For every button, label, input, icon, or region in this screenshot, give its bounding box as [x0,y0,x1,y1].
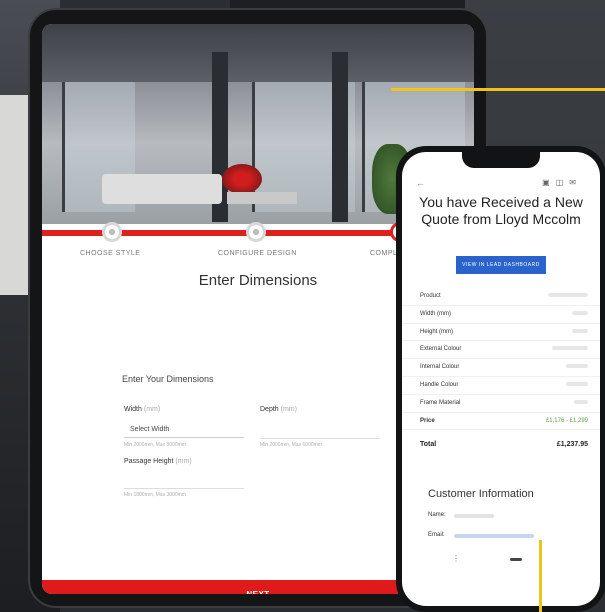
customer-email-label: Email: [428,532,445,538]
passage-height-label: Passage Height (mm) [124,458,192,465]
hero-roof [42,24,474,82]
phone-screen: ← ▣◫✉ You have Received a New Quote from… [402,152,600,606]
price-row: Price £1,176 - £1,299 [402,413,600,431]
depth-label: Depth (mm) [260,406,297,413]
callout-line-vertical [539,540,542,612]
table-row: Handle Colour [402,377,600,395]
step-marker-1[interactable] [102,222,122,242]
row-label: Internal Colour [420,364,460,371]
customer-info-title: Customer Information [428,488,534,500]
total-row: Total £1,237.95 [402,437,600,455]
passage-height-hint: Min 1800mm, Max 3000mm [124,492,186,498]
table-row: Frame Material [402,395,600,413]
row-label: Frame Material [420,399,461,406]
depth-hint: Min 2000mm, Max 6000mm [260,442,322,448]
row-value-blurred [566,381,588,386]
phone-notch [462,152,540,168]
row-label: Height (mm) [420,328,454,335]
more-icon[interactable]: ⋮ [452,554,460,563]
phone-device: ← ▣◫✉ You have Received a New Quote from… [396,146,605,612]
row-label: Handle Colour [420,381,459,388]
customer-email-blurred[interactable] [454,534,534,538]
step-marker-2[interactable] [246,222,266,242]
total-value: £1,237.95 [556,441,588,448]
row-label: External Colour [420,346,462,353]
table-row: External Colour [402,341,600,360]
width-unit: (mm) [143,406,161,413]
depth-label-text: Depth [260,406,279,413]
progress-fill [42,230,405,236]
row-value-blurred [548,293,588,297]
row-value-blurred [572,310,588,315]
trash-icon[interactable]: ◫ [556,178,570,187]
price-value: £1,176 - £1,299 [545,417,588,424]
mail-icon[interactable]: ✉ [569,178,582,187]
depth-input[interactable] [260,422,380,439]
table-row: Product [402,288,600,306]
total-label: Total [420,441,437,448]
hero-table [227,192,297,204]
passage-height-unit: (mm) [175,458,192,465]
row-label: Product [420,293,441,299]
table-row: Height (mm) [402,324,600,342]
depth-unit: (mm) [280,406,297,413]
row-value-blurred [574,399,588,404]
row-value-blurred [572,328,588,333]
table-row: Width (mm) [402,306,600,324]
row-label: Width (mm) [420,310,451,317]
width-hint: Min 2000mm, Max 8000mm [124,442,186,448]
quote-details-table: Product Width (mm) Height (mm) External … [402,288,600,431]
step-dot [109,229,115,235]
passage-height-label-text: Passage Height [124,458,174,465]
customer-name-label: Name: [428,512,446,518]
form-title: Enter Your Dimensions [122,374,214,384]
callout-line-horizontal [391,88,605,91]
step-label-configure-design[interactable]: CONFIGURE DESIGN [218,250,297,257]
width-label: Width (mm) [124,406,160,413]
archive-icon[interactable]: ▣ [542,178,556,187]
row-value-blurred [566,364,588,369]
row-value-blurred [552,346,588,351]
step-label-choose-style[interactable]: CHOOSE STYLE [80,250,140,257]
view-dashboard-button[interactable]: VIEW IN LEAD DASHBOARD [456,256,546,274]
price-label: Price [420,417,435,424]
width-label-text: Width [124,406,142,413]
width-select[interactable]: Select Width [124,422,244,438]
home-indicator [510,558,522,561]
email-title: You have Received a New Quote from Lloyd… [419,194,583,227]
hero-sofa [102,174,222,204]
customer-name-blurred [454,514,494,518]
table-row: Internal Colour [402,359,600,377]
step-dot [253,229,259,235]
hero-post [332,52,348,222]
passage-height-input[interactable] [124,472,244,489]
back-arrow-icon[interactable]: ← [416,178,425,188]
hero-flowers [222,164,262,194]
toolbar-icons: ▣◫✉ [542,178,582,187]
